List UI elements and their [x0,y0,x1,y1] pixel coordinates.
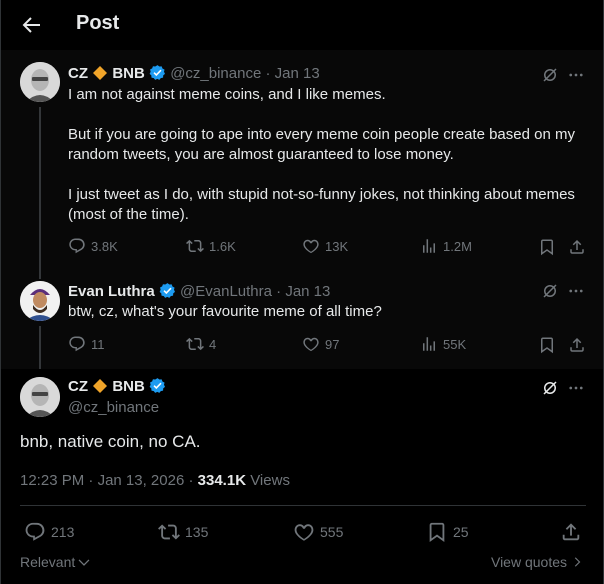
avatar[interactable] [20,281,60,321]
post-page: Post CZ BNB @cz_binance · Jan 13 I am no… [0,0,604,584]
heart-icon [294,524,314,541]
grok-icon[interactable] [541,282,559,300]
page-header: Post [1,0,603,50]
bookmark-icon [429,522,445,543]
share-icon[interactable] [568,336,586,354]
analytics-icon [423,239,435,253]
back-arrow-icon[interactable] [19,13,43,37]
repost-button[interactable]: 4 [186,335,216,353]
bookmark-count: 25 [453,524,469,540]
sort-label: Relevant [20,554,76,570]
reply-icon [25,522,45,541]
post-actions: 3.8K 1.6K 13K 1.2M [1,237,603,257]
like-button[interactable]: 97 [302,335,339,353]
share-icon [562,523,580,541]
author-handle[interactable]: @cz_binance [68,399,159,416]
view-quotes-label: View quotes [490,554,567,570]
post-header: CZ BNB [68,377,166,395]
views-label: Views [250,472,290,489]
bookmark-icon[interactable] [538,238,556,256]
divider [20,505,586,506]
view-count: 1.2M [443,238,472,254]
page-title: Post [76,12,120,34]
post-header: Evan Luthra @EvanLuthra · Jan 13 [68,283,331,300]
reply-icon [69,336,85,352]
repost-button[interactable]: 1.6K [186,237,236,255]
avatar[interactable] [20,62,60,102]
diamond-icon [93,379,108,393]
diamond-icon [93,66,108,80]
like-button[interactable]: 555 [293,521,343,543]
avatar[interactable] [20,377,60,417]
repost-count: 4 [209,336,217,352]
share-button[interactable] [560,521,582,543]
author-name[interactable]: CZ [68,65,88,82]
verified-badge-icon [159,283,175,298]
post-paragraph: I just tweet as I do, with stupid not-so… [68,186,575,223]
author-name[interactable]: Evan Luthra [68,283,155,300]
author-name-suffix: BNB [112,378,145,395]
author-name[interactable]: CZ [68,378,88,395]
post-body: I am not against meme coins, and I like … [68,85,590,225]
reply-count: 3.8K [91,238,118,254]
more-options-icon[interactable] [567,379,585,397]
chevron-right-icon [574,557,581,567]
reply-button[interactable]: 11 [68,335,105,353]
heart-icon [303,337,319,352]
verified-badge-icon [149,378,166,393]
like-count: 555 [320,524,344,540]
views-button[interactable]: 1.2M [420,237,472,255]
reply-count: 213 [51,524,75,540]
repost-icon [186,337,204,351]
views-button[interactable]: 55K [420,335,466,353]
author-name-suffix: BNB [112,65,145,82]
repost-icon [158,524,180,540]
post-date[interactable]: Jan 13, 2026 [98,472,185,489]
grok-icon[interactable] [541,379,559,397]
repost-count: 135 [185,524,209,540]
post-header: CZ BNB @cz_binance · Jan 13 [68,65,320,82]
author-handle[interactable]: @cz_binance [170,65,261,82]
like-button[interactable]: 13K [302,237,348,255]
view-count: 55K [443,336,467,352]
reply-icon [69,238,85,254]
chevron-down-icon [78,559,90,566]
author-handle[interactable]: @EvanLuthra [180,283,272,300]
view-quotes-link[interactable]: View quotes [491,554,583,570]
bookmark-icon[interactable] [538,336,556,354]
sort-replies-dropdown[interactable]: Relevant [20,554,91,570]
like-count: 97 [325,336,340,352]
post-actions: 213 135 555 25 [1,521,603,545]
verified-badge-icon [149,65,166,80]
post-timestamp: 12:23 PM · Jan 13, 2026 · 334.1K Views [20,472,290,489]
post-text: bnb, native coin, no CA. [20,432,201,451]
reply-count: 11 [91,336,105,352]
analytics-icon [423,337,435,351]
post-date[interactable]: Jan 13 [285,283,330,300]
repost-icon [186,239,204,253]
like-count: 13K [325,238,349,254]
post-date[interactable]: Jan 13 [275,65,320,82]
heart-icon [303,239,319,254]
more-options-icon[interactable] [567,66,585,84]
bookmark-button[interactable]: 25 [426,521,469,543]
reply-button[interactable]: 213 [24,521,74,543]
post-paragraph: I am not against meme coins, and I like … [68,86,386,103]
post-body: btw, cz, what's your favourite meme of a… [68,303,382,320]
repost-count: 1.6K [209,238,236,254]
post-actions: 11 4 97 55K [1,335,603,355]
share-icon[interactable] [568,238,586,256]
repost-button[interactable]: 135 [158,521,208,543]
post-paragraph: But if you are going to ape into every m… [68,126,575,163]
more-options-icon[interactable] [567,282,585,300]
views-count: 334.1K [197,472,247,489]
grok-icon[interactable] [541,66,559,84]
thread-context: CZ BNB @cz_binance · Jan 13 I am not aga… [1,50,603,369]
reply-button[interactable]: 3.8K [68,237,118,255]
post-time[interactable]: 12:23 PM [20,472,84,489]
